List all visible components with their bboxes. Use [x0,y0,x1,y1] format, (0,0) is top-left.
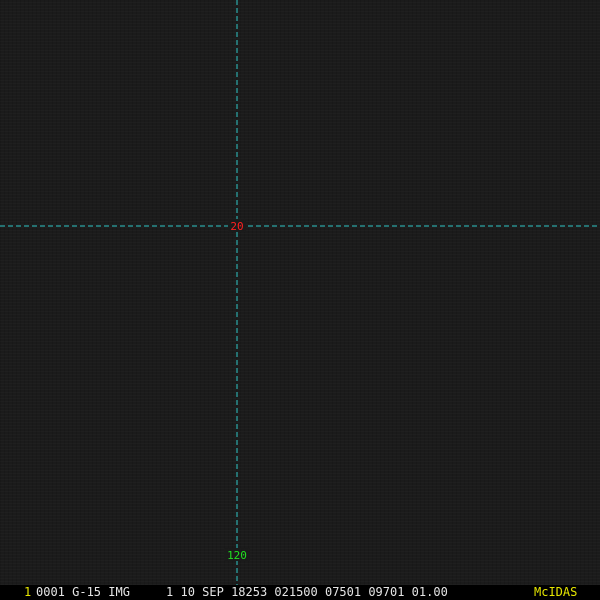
mcidas-logo-text: McIDAS [534,585,578,599]
status-bar: 1 0001 G-15 IMG 1 10 SEP 18253 021500 07… [0,585,600,600]
frame-info-text: 0001 G-15 IMG 1 10 SEP 18253 021500 0750… [36,585,448,599]
longitude-label: 120 [227,549,247,562]
satellite-image-view[interactable]: 20 120 1 0001 G-15 IMG 1 10 SEP 18253 02… [0,0,600,600]
latitude-label: 20 [230,220,243,233]
frame-number: 1 [24,585,32,599]
map-grid-overlay: 20 120 [0,0,600,585]
